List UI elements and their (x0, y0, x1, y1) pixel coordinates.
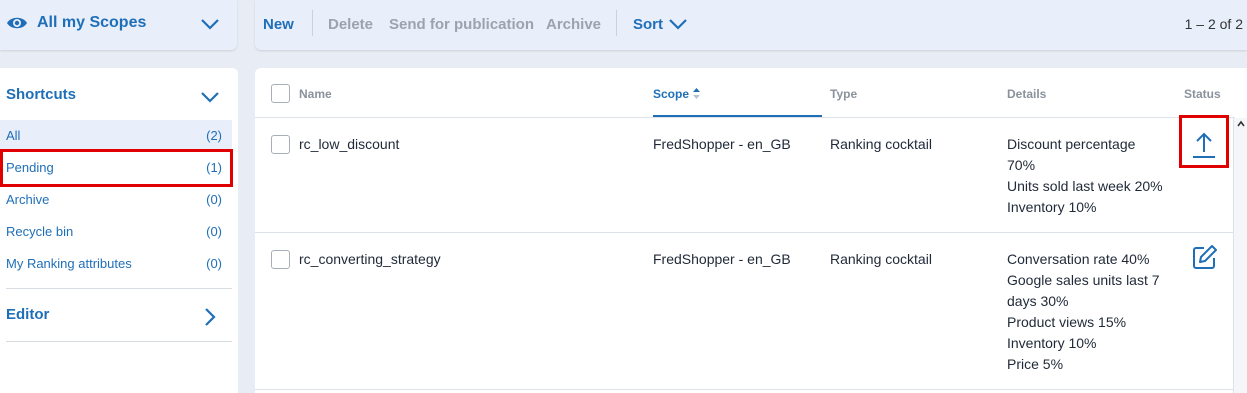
detail-line: Inventory 10% (1007, 335, 1097, 351)
column-header-name[interactable]: Name (299, 87, 332, 101)
sort-button[interactable]: Sort (633, 16, 663, 33)
delete-button[interactable]: Delete (328, 16, 373, 33)
row-details: Conversation rate 40% Google sales units… (1007, 249, 1175, 375)
divider (6, 341, 232, 342)
toolbar-divider (312, 10, 313, 36)
scope-selector-label: All my Scopes (37, 14, 147, 31)
edit-icon[interactable] (1192, 244, 1218, 270)
row-checkbox[interactable] (271, 250, 290, 269)
new-button[interactable]: New (263, 16, 294, 33)
status-highlight-box (1179, 115, 1229, 168)
column-header-scope[interactable]: Scope (653, 87, 689, 101)
chevron-right-icon[interactable] (203, 306, 217, 328)
scope-selector[interactable]: All my Scopes (0, 0, 237, 50)
row-checkbox[interactable] (271, 135, 290, 154)
column-header-type[interactable]: Type (830, 87, 857, 101)
sidebar-item-count: (0) (206, 256, 222, 271)
row-name[interactable]: rc_low_discount (299, 134, 399, 155)
sidebar-item-my-ranking-attributes[interactable]: My Ranking attributes (0) (0, 248, 232, 280)
toolbar: New Delete Send for publication Archive … (255, 0, 1247, 50)
vertical-scrollbar[interactable] (1233, 118, 1247, 393)
chevron-down-icon[interactable] (199, 89, 221, 105)
row-type: Ranking cocktail (830, 136, 932, 152)
divider (6, 288, 232, 289)
chevron-down-icon[interactable] (199, 15, 221, 33)
select-all-checkbox[interactable] (271, 84, 290, 103)
row-divider (255, 232, 1235, 233)
row-divider (255, 389, 1235, 390)
archive-button[interactable]: Archive (546, 16, 601, 33)
shortcuts-heading[interactable]: Shortcuts (6, 86, 76, 103)
sidebar-item-count: (0) (206, 192, 222, 207)
detail-line: Conversation rate 40% (1007, 251, 1150, 267)
sidebar: Shortcuts All (2) Pending (1) Archive (0… (0, 68, 238, 393)
detail-line: Inventory 10% (1007, 199, 1097, 215)
column-header-details[interactable]: Details (1007, 87, 1046, 101)
chevron-down-icon[interactable] (668, 17, 688, 31)
sidebar-item-label: My Ranking attributes (6, 256, 132, 271)
sidebar-item-label: Archive (6, 192, 50, 207)
detail-line: Google sales units last 7 (1007, 272, 1160, 288)
sidebar-item-archive[interactable]: Archive (0) (0, 184, 232, 216)
sort-ascending-icon (693, 88, 700, 99)
detail-line: 70% (1007, 157, 1036, 173)
detail-line: Units sold last week 20% (1007, 178, 1163, 194)
pending-highlight-box (0, 149, 233, 187)
detail-line: Product views 15% (1007, 314, 1127, 330)
detail-line: days 30% (1007, 293, 1069, 309)
row-scope: FredShopper - en_GB (653, 251, 791, 267)
sidebar-item-label: Recycle bin (6, 224, 74, 239)
send-for-publication-button[interactable]: Send for publication (389, 16, 534, 33)
detail-line: Discount percentage (1007, 136, 1136, 152)
sidebar-item-count: (2) (206, 128, 222, 143)
row-scope: FredShopper - en_GB (653, 136, 791, 152)
eye-icon (7, 17, 27, 29)
toolbar-divider (616, 10, 617, 36)
row-name[interactable]: rc_converting_strategy (299, 249, 441, 270)
header-divider (255, 117, 1235, 118)
pagination-info: 1 – 2 of 2 (1184, 16, 1243, 32)
detail-line: Price 5% (1007, 356, 1064, 372)
results-table: Name Scope Type Details Status rc_low_di… (255, 68, 1247, 393)
sidebar-item-label: All (6, 128, 21, 143)
column-header-status[interactable]: Status (1184, 87, 1221, 101)
chevron-up-icon[interactable] (1237, 120, 1245, 128)
sidebar-item-count: (0) (206, 224, 222, 239)
sidebar-item-recycle-bin[interactable]: Recycle bin (0) (0, 216, 232, 248)
sidebar-item-all[interactable]: All (2) (0, 120, 232, 152)
editor-heading[interactable]: Editor (6, 306, 49, 323)
row-type: Ranking cocktail (830, 251, 932, 267)
row-details: Discount percentage 70% Units sold last … (1007, 134, 1175, 218)
